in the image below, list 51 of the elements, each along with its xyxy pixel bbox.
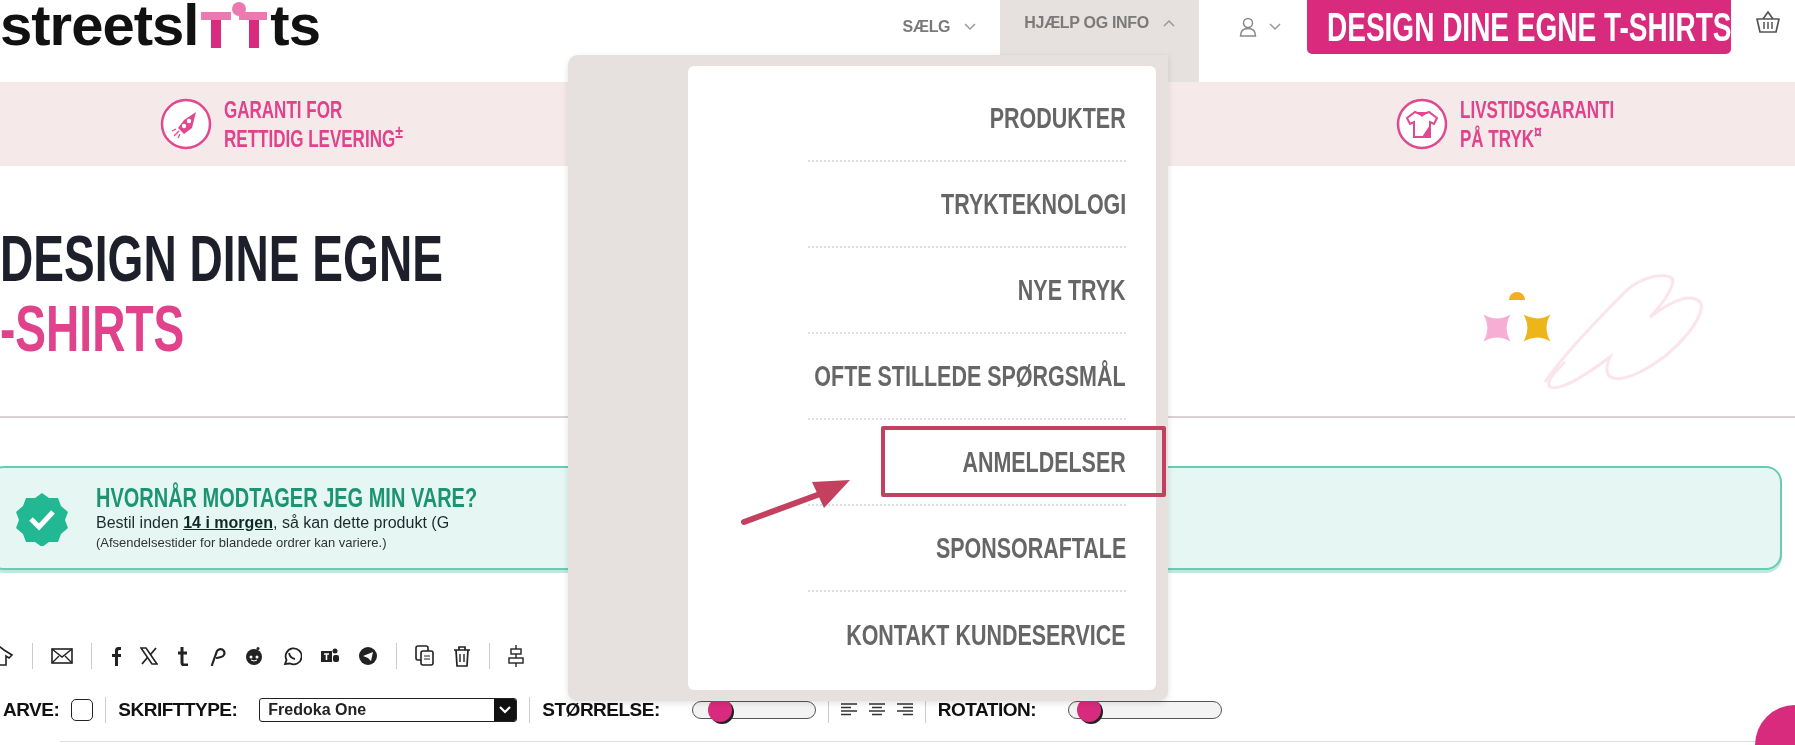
design-cta-button[interactable]: DESIGN DINE EGNE T-SHIRTS	[1307, 0, 1731, 54]
check-badge-icon	[14, 490, 70, 546]
guarantee-text: PÅ TRYK$^{¤}$	[1459, 120, 1543, 150]
nav-menu-item[interactable]: SÆLG	[878, 0, 1001, 54]
menu-item[interactable]: SPONSORAFTALE	[935, 531, 1126, 565]
logo-text[interactable]: streetsl	[0, 0, 199, 50]
rocket-icon	[160, 98, 212, 150]
align-center-icon[interactable]	[508, 645, 524, 667]
tumblr-icon[interactable]	[176, 646, 190, 666]
user-icon[interactable]	[1239, 17, 1257, 37]
link-icon[interactable]	[208, 646, 226, 666]
chat-bubble-icon[interactable]	[282, 646, 302, 666]
logo-text[interactable]: ts	[270, 0, 320, 50]
deadline-link[interactable]: 14 i morgen	[183, 514, 273, 531]
copy-icon[interactable]	[415, 645, 435, 667]
chevron-icon	[1269, 23, 1281, 31]
x-logo-icon[interactable]	[140, 647, 158, 665]
teams-icon[interactable]	[320, 647, 340, 665]
menu-item[interactable]: KONTAKT KUNDESERVICE	[846, 618, 1126, 652]
reddit-icon[interactable]	[244, 646, 264, 666]
align-right-icon[interactable]	[896, 703, 913, 717]
color-label: ARVE:	[3, 699, 60, 721]
rotation-label: ROTATION:	[937, 699, 1036, 721]
font-label: SKRIFTTYPE:	[118, 699, 238, 721]
shirt-icon[interactable]	[0, 646, 14, 666]
menu-item[interactable]: NYE TRYK	[1018, 273, 1126, 307]
polo-shirt-icon	[1395, 98, 1448, 150]
delivery-note: (Afsendelsestider for blandede ordrer kan variere.)	[96, 534, 388, 552]
align-center-icon[interactable]	[868, 703, 885, 717]
mail-icon[interactable]	[51, 648, 73, 664]
guarantee-text: RETTIDIG LEVERING$^{±}$	[224, 120, 403, 150]
trash-icon[interactable]	[453, 645, 471, 667]
menu-item[interactable]: OFTE STILLEDE SPØRGSMÅL	[814, 359, 1126, 393]
basket-icon[interactable]	[1755, 10, 1781, 34]
menu-item[interactable]: PRODUKTER	[990, 101, 1126, 135]
send-icon[interactable]	[358, 646, 378, 666]
page-title: DESIGN DINE EGNE	[0, 224, 443, 294]
color-swatch[interactable]	[71, 699, 94, 721]
page-title: -SHIRTS	[0, 294, 186, 364]
chevron-icon	[964, 23, 977, 31]
chevron-icon	[1163, 19, 1175, 27]
guarantee-text: LIVSTIDSGARANTI	[1459, 98, 1614, 121]
size-label: STØRRELSE:	[542, 699, 660, 721]
menu-item[interactable]: ANMELDELSER	[962, 445, 1126, 479]
guarantee-text: GARANTI FOR	[224, 98, 344, 121]
delivery-heading: HVORNÅR MODTAGER JEG MIN VARE?	[96, 484, 478, 512]
align-left-icon[interactable]	[840, 703, 857, 717]
logo-figure-icon	[199, 2, 270, 48]
menu-item[interactable]: TRYKTEKNOLOGI	[940, 187, 1126, 221]
facebook-icon[interactable]	[110, 646, 122, 666]
font-select[interactable]: Fredoka One	[259, 698, 518, 722]
